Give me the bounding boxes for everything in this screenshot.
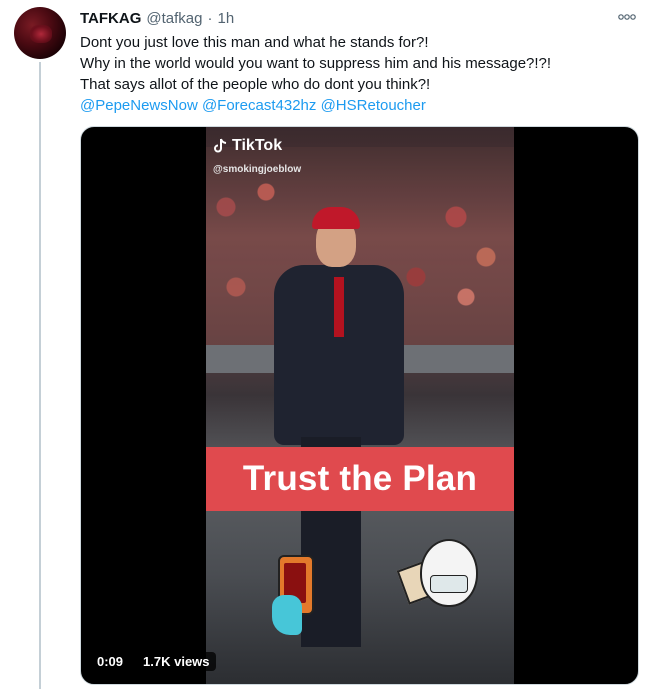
mention-link[interactable]: @Forecast432hz — [202, 97, 316, 114]
mentions-line: @PepeNewsNow @Forecast432hz @HSRetoucher — [80, 95, 640, 116]
video-duration: 0:09 — [91, 651, 130, 671]
mention-link[interactable]: @PepeNewsNow — [80, 97, 198, 114]
hand-sticker — [272, 595, 302, 635]
tweet-text-line: Why in the world would you want to suppr… — [80, 55, 552, 72]
video-player[interactable]: TikTok @smokingjoeblow Trust the Plan 0:… — [80, 126, 639, 685]
author-name[interactable]: TAFKAG — [80, 10, 141, 27]
more-button[interactable] — [616, 8, 638, 26]
thread-line — [39, 62, 41, 689]
tweet-text-line: That says allot of the people who do don… — [80, 76, 431, 93]
tweet-text: Dont you just love this man and what he … — [80, 32, 640, 116]
tweet-text-line: Dont you just love this man and what he … — [80, 34, 429, 51]
tiktok-watermark: TikTok — [214, 137, 282, 155]
avatar[interactable] — [14, 7, 66, 59]
more-horizontal-icon — [618, 14, 636, 20]
video-views: 1.7K views — [137, 651, 216, 671]
video-meta: 0:09 1.7K views — [91, 650, 216, 672]
tiktok-logo-icon — [214, 138, 227, 153]
tiktok-brand: TikTok — [232, 137, 283, 154]
tiktok-username: @smokingjoeblow — [213, 164, 302, 175]
mention-link[interactable]: @HSRetoucher — [321, 97, 426, 114]
video-frame[interactable]: TikTok @smokingjoeblow Trust the Plan — [206, 127, 514, 684]
tweet-header: TAFKAG @tafkag · 1h — [80, 8, 234, 28]
person-tie — [334, 277, 344, 337]
trust-the-plan-banner: Trust the Plan — [206, 447, 514, 511]
red-cap — [312, 207, 360, 229]
tweet-timestamp[interactable]: 1h — [217, 10, 234, 27]
egg-face-sticker — [420, 539, 478, 607]
author-handle[interactable]: @tafkag — [146, 10, 202, 27]
separator-dot: · — [207, 9, 213, 27]
